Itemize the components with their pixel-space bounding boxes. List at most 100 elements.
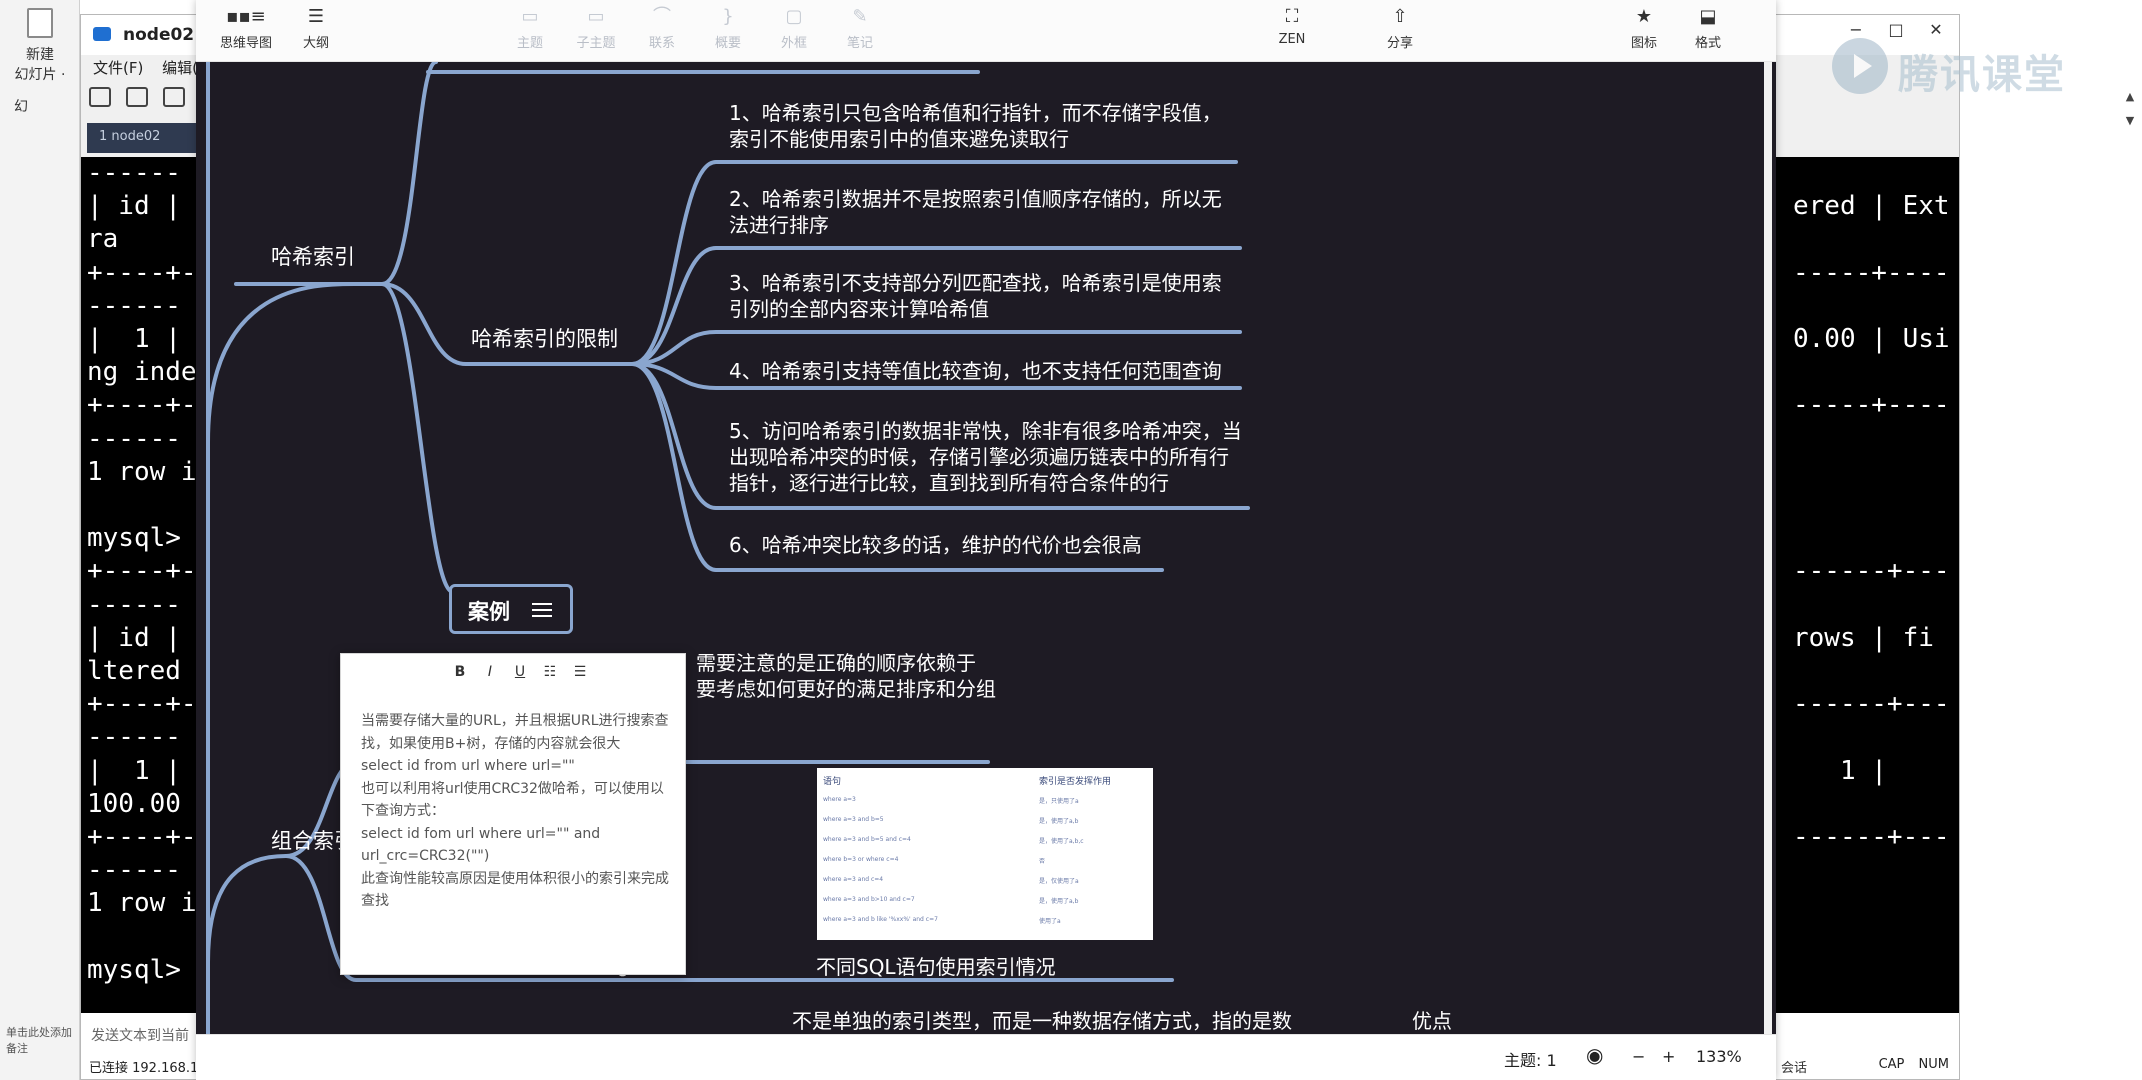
toolbar-item[interactable]: ▭ 主题 <box>494 6 566 51</box>
toolbar-item[interactable]: ⌒ 联系 <box>626 6 698 51</box>
zoom-in-button[interactable]: + <box>1662 1047 1675 1066</box>
sql-table-cell: 是，仅使用了a <box>1039 878 1079 885</box>
hash-limits-node[interactable]: 哈希索引的限制 <box>471 326 618 353</box>
mindmap-window: ▪▪≡ 思维导图 ☰ 大纲 ▭ 主题 ▭ 子主题 ⌒ 联系} 概要 ▢ 外框 ✎ 笔记 ⛶ ZEN ⇧ 分享 ★ 图标 ⬓… <box>196 0 1776 1080</box>
mindmap-statusbar: 主题: 1 ◉ − + 133% <box>196 1034 1776 1080</box>
sql-table-row: where a=3 and b>10 and c=7 是，使用了a,b <box>817 891 1153 911</box>
limit-5-node[interactable]: 5、访问哈希索引的数据非常快，除非有很多哈希冲突，当出现哈希冲突的时候，存储引擎… <box>729 418 1244 496</box>
terminal-line: 100.00 <box>87 788 181 819</box>
note-menu-icon[interactable] <box>532 603 552 617</box>
terminal-line: mysql> <box>87 954 181 985</box>
scroll-up-icon[interactable]: ▲ <box>2120 90 2140 114</box>
terminal-line: ltered <box>87 656 181 687</box>
storage-description-node[interactable]: 不是单独的索引类型，而是一种数据存储方式，指的是数 <box>792 1008 1292 1034</box>
terminal-line: ng inde <box>87 357 197 388</box>
limit-1-node[interactable]: 1、哈希索引只包含哈希值和行指针，而不存储字段值，索引不能使用索引中的值来避免读… <box>729 100 1239 152</box>
mindmap-toolbar: ▪▪≡ 思维导图 ☰ 大纲 ▭ 主题 ▭ 子主题 ⌒ 联系} 概要 ▢ 外框 ✎ 笔记 ⛶ ZEN ⇧ 分享 ★ 图标 ⬓… <box>196 0 1776 65</box>
zoom-level[interactable]: 133% <box>1696 1047 1742 1066</box>
toolbar-item[interactable]: ⛶ ZEN <box>1256 6 1328 47</box>
scroll-down-icon[interactable]: ▼ <box>2120 114 2140 138</box>
note-editor-popup[interactable]: B I U ☷ ☰ 当需要存储大量的URL，并且根据URL进行搜索查找，如果使用B+树，… <box>340 653 686 975</box>
terminal-line: mysql> <box>87 523 181 554</box>
bullet-list-button[interactable]: ☷ <box>535 664 565 680</box>
play-logo-icon <box>1832 38 1888 94</box>
sql-table-row: where a=3 and b like '%xx%' and c=7 使用了a <box>817 911 1153 931</box>
toolbar-item[interactable]: ▪▪≡ 思维导图 <box>210 6 282 65</box>
zoom-out-button[interactable]: − <box>1632 1047 1645 1066</box>
italic-button[interactable]: I <box>475 664 505 680</box>
advantage-node[interactable]: 优点 <box>1412 1008 1452 1034</box>
toolbar-item[interactable]: ✎ 笔记 <box>824 6 896 51</box>
hash-index-node[interactable]: 哈希索引 <box>271 244 355 271</box>
sql-table-cell: where a=3 and b>10 and c=7 <box>823 896 915 903</box>
watermark-text: 腾讯课堂 <box>1898 52 2066 98</box>
note-format-toolbar: B I U ☷ ☰ <box>445 664 595 680</box>
hash-to-case-connector <box>380 282 455 594</box>
send-text-input[interactable]: 发送文本到当前 <box>91 1025 189 1045</box>
terminal-line: 0.00 | Usi <box>1793 324 1950 355</box>
terminal-line: ------ <box>87 722 181 753</box>
toolbar-icon: ⇧ <box>1392 6 1408 27</box>
properties-icon[interactable] <box>163 87 186 107</box>
toolbar-item[interactable]: ▭ 子主题 <box>560 6 632 51</box>
sql-table-cell: 是，使用了a,b <box>1039 818 1079 825</box>
menu-edit[interactable]: 编辑( <box>162 59 198 77</box>
toolbar-item[interactable]: ⇧ 分享 <box>1364 6 1436 51</box>
terminal-line: ered | Ext <box>1793 191 1950 222</box>
note-text[interactable]: 当需要存储大量的URL，并且根据URL进行搜索查找，如果使用B+树，存储的内容就… <box>361 710 671 913</box>
visibility-eye-icon[interactable]: ◉ <box>1586 1043 1603 1067</box>
limit-3-node[interactable]: 3、哈希索引不支持部分列匹配查找，哈希索引是使用索引列的全部内容来计算哈希值 <box>729 270 1239 322</box>
terminal-line: 1 | <box>1793 755 1887 786</box>
sql-table-row: where a=3 and b=5 是，使用了a,b <box>817 811 1153 831</box>
underline-button[interactable]: U <box>505 664 535 680</box>
new-slide-button[interactable]: 新建 幻灯片 · <box>8 8 72 84</box>
terminal-line: +----+- <box>87 689 197 720</box>
toolbar-label: 图标 <box>1630 36 1657 51</box>
new-session-icon[interactable] <box>89 87 111 107</box>
limit-6-node[interactable]: 6、哈希冲突比较多的话，维护的代价也会很高 <box>729 532 1239 558</box>
sql-table-cell: where a=3 and c=4 <box>823 876 884 883</box>
sql-table-cell: where a=3 and b=5 and c=4 <box>823 836 911 843</box>
mindmap-scrollbar[interactable] <box>1764 62 1772 1034</box>
toolbar-item[interactable]: ☰ 大纲 <box>280 6 352 51</box>
terminal-line: +----+- <box>87 257 197 288</box>
num-indicator: NUM <box>1918 1057 1949 1072</box>
terminal-line: 1 row i <box>87 456 197 487</box>
sql-table-cell: 使用了a <box>1039 918 1061 925</box>
terminal-line: | id | <box>87 191 181 222</box>
open-folder-icon[interactable] <box>126 87 149 107</box>
toolbar-icon: ★ <box>1635 6 1653 27</box>
slides-pane-label: 幻 <box>14 99 28 115</box>
menu-file[interactable]: 文件(F) <box>93 59 143 77</box>
toolbar-label: 联系 <box>648 36 675 51</box>
sql-table-cell: 否 <box>1039 858 1046 865</box>
terminal-line: ------ <box>87 158 181 188</box>
toolbar-item[interactable]: ▢ 外框 <box>758 6 830 51</box>
limit-2-node[interactable]: 2、哈希索引数据并不是按照索引值顺序存储的，所以无法进行排序 <box>729 186 1239 238</box>
terminal-scrollbar[interactable]: ▲ ▼ <box>2120 90 2140 1050</box>
toolbar-icon: ▭ <box>521 6 539 27</box>
mindmap-canvas[interactable]: 哈希索引 哈希索引的限制 1、哈希索引只包含哈希值和行指针，而不存储字段值，索引… <box>196 62 1776 1034</box>
case-node[interactable]: 案例 <box>449 584 573 634</box>
toolbar-item[interactable]: } 概要 <box>692 6 764 51</box>
toolbar-item[interactable]: ★ 图标 <box>1608 6 1680 51</box>
sql-usage-node[interactable]: 不同SQL语句使用索引情况 <box>816 954 1056 980</box>
toolbar-label: 分享 <box>1386 36 1413 51</box>
toolbar-icon: ▭ <box>587 6 605 27</box>
numbered-list-button[interactable]: ☰ <box>565 664 595 680</box>
session-tab[interactable]: 1 node02 <box>87 123 197 153</box>
toolbar-item[interactable]: ⬓ 格式 <box>1672 6 1744 51</box>
combo-index-connector <box>206 854 288 964</box>
bold-button[interactable]: B <box>445 664 475 680</box>
combo-note-node[interactable]: 需要注意的是正确的顺序依赖于 要考虑如何更好的满足排序和分组 <box>696 650 996 702</box>
limit-4-node[interactable]: 4、哈希索引支持等值比较查询，也不支持任何范围查询 <box>729 358 1239 384</box>
terminal-line: | 1 | <box>87 324 181 355</box>
terminal-line: -----+---- <box>1793 390 1950 421</box>
terminal-line: ------ <box>87 589 181 620</box>
